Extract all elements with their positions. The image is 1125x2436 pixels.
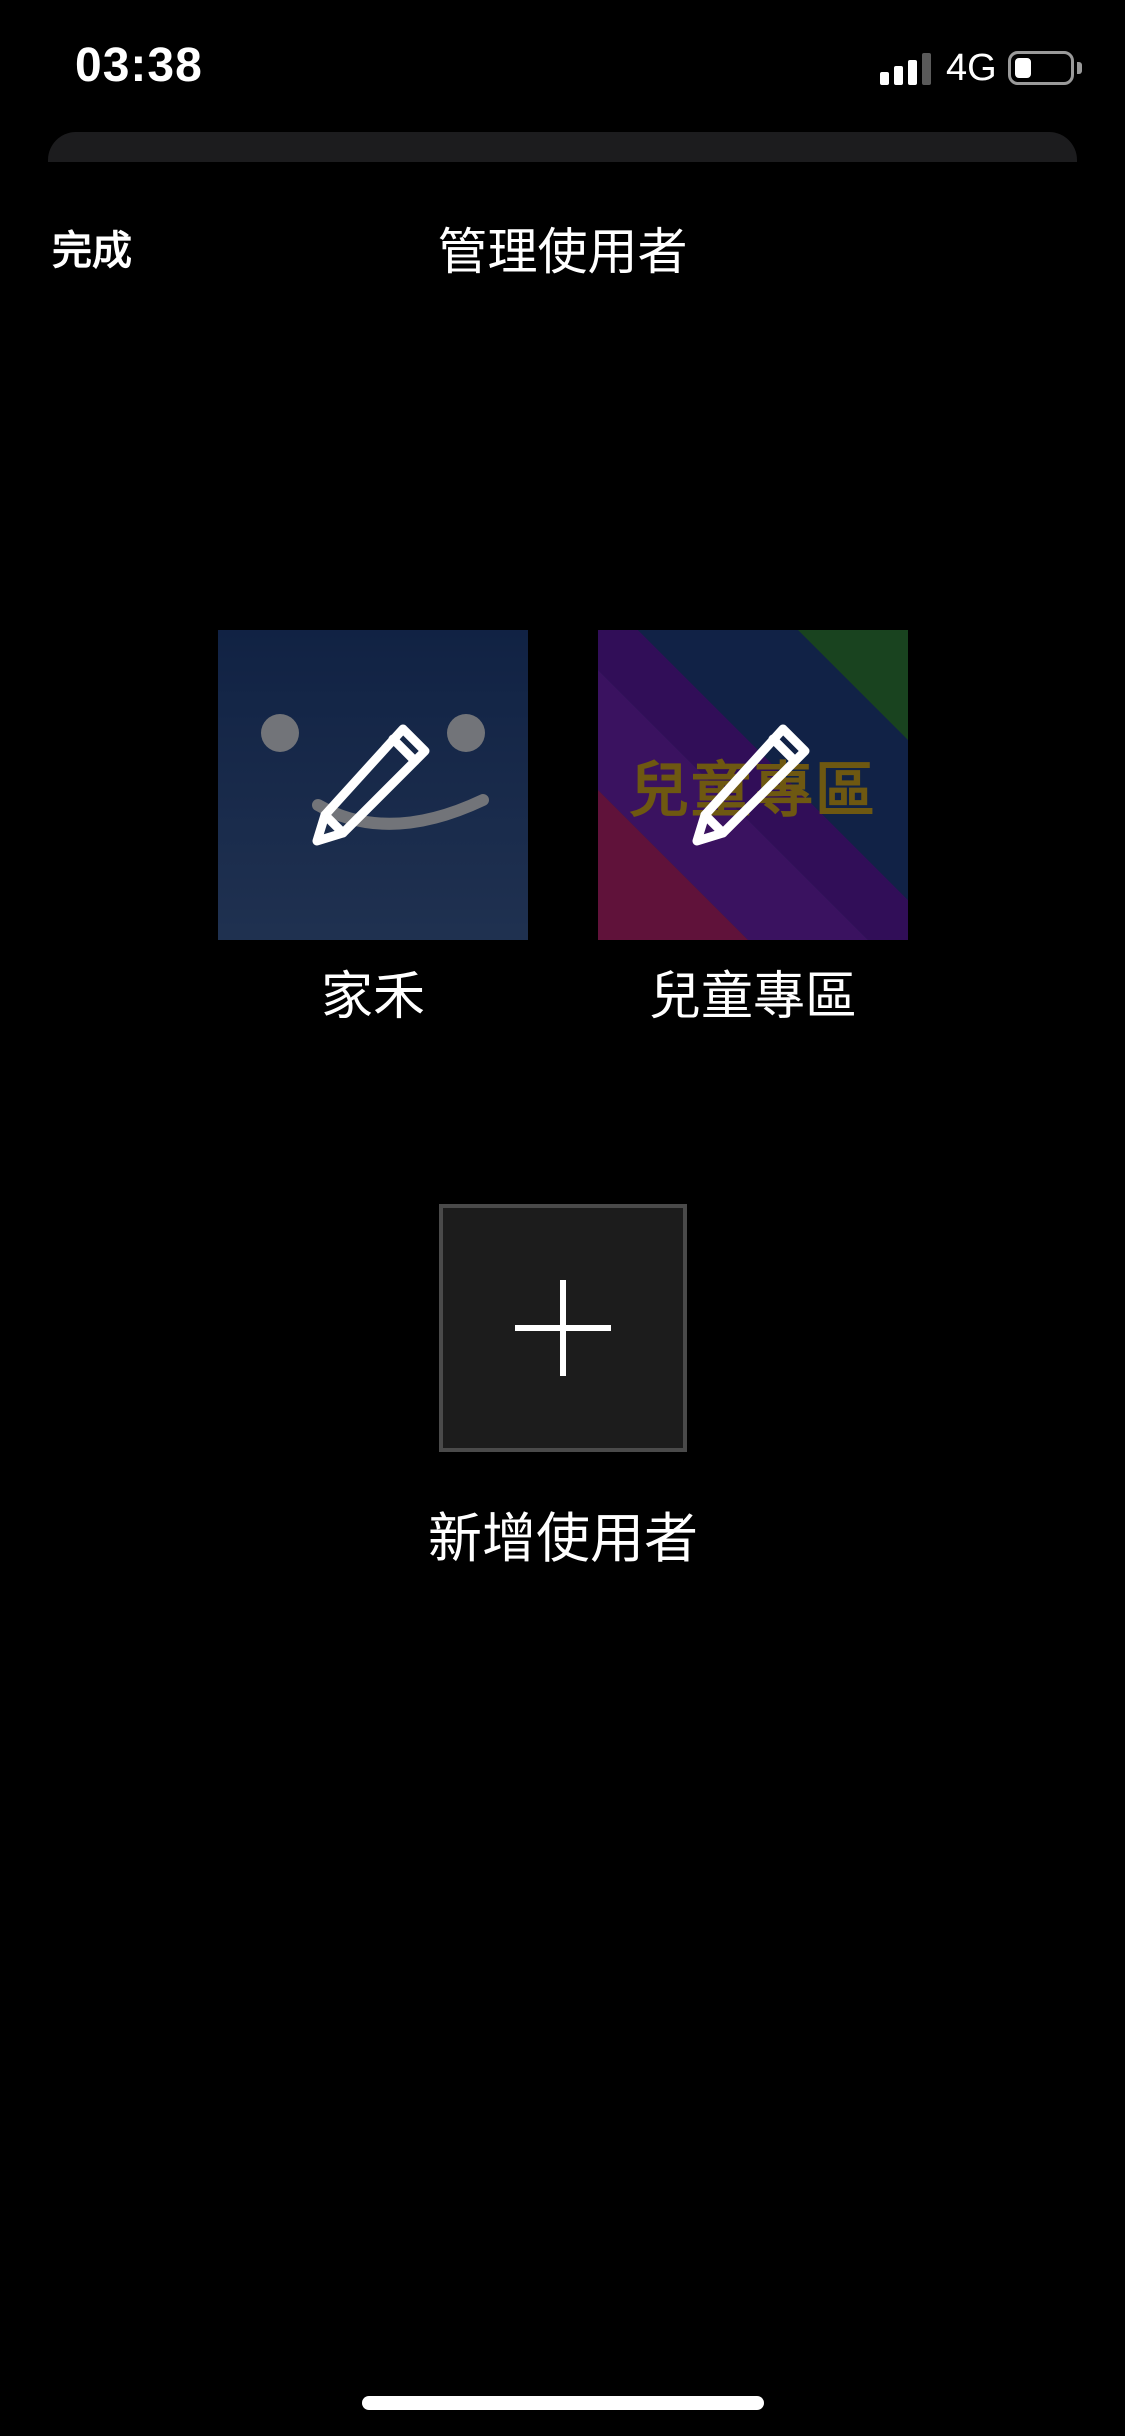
- profile-item-1[interactable]: 家禾: [218, 630, 528, 1029]
- pencil-icon: [312, 724, 430, 846]
- network-type: 4G: [946, 47, 997, 89]
- profile-avatar-kids[interactable]: 兒童專區: [598, 630, 908, 940]
- sheet-top-edge: [48, 132, 1077, 162]
- cellular-signal-icon: [880, 53, 932, 85]
- battery-icon: [1008, 51, 1074, 85]
- profile-item-2[interactable]: 兒童專區 兒童專區: [598, 630, 908, 1029]
- home-indicator[interactable]: [362, 2396, 764, 2410]
- add-user-button[interactable]: 新增使用者: [428, 1204, 698, 1570]
- profile-name: 家禾: [320, 967, 425, 1027]
- pencil-icon: [692, 724, 810, 846]
- plus-icon: [515, 1280, 611, 1376]
- profile-name: 兒童專區: [648, 967, 857, 1027]
- add-user-tile[interactable]: [439, 1204, 687, 1452]
- status-bar: 03:38 4G: [0, 0, 1125, 130]
- battery-tip: [1077, 62, 1082, 74]
- page-title: 管理使用者: [437, 223, 688, 281]
- add-user-label: 新增使用者: [428, 1507, 698, 1570]
- profile-avatar-smiley[interactable]: [218, 630, 528, 940]
- status-time: 03:38: [75, 39, 203, 92]
